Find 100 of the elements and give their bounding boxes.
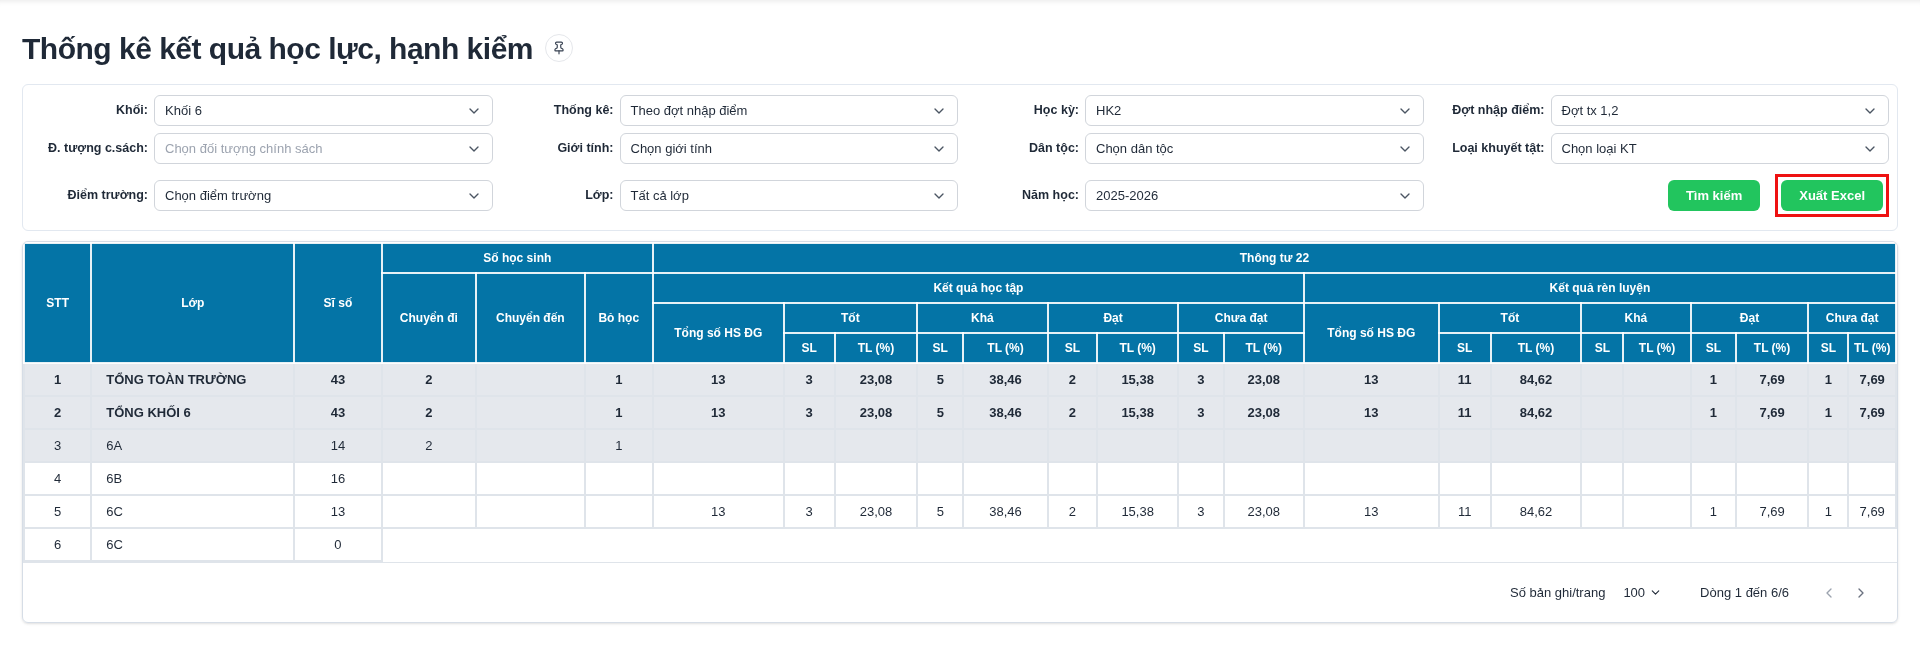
column-header: Đạt	[1690, 303, 1809, 333]
table-cell: 11	[1438, 363, 1491, 396]
table-cell: 5	[917, 396, 964, 429]
column-header: Sĩ số	[294, 243, 382, 363]
table-cell: 1	[1690, 363, 1736, 396]
column-header: Chưa đạt	[1808, 303, 1896, 333]
table-cell: TỔNG KHỐI 6	[91, 396, 295, 429]
table-cell: 38,46	[963, 396, 1048, 429]
table-cell: 23,08	[1223, 363, 1304, 396]
table-cell: 2	[1047, 396, 1097, 429]
filter-select[interactable]: Tất cả lớp	[619, 180, 958, 211]
column-header: TL (%)	[963, 333, 1048, 363]
table-cell: 7,69	[1848, 495, 1896, 528]
table-cell: 3	[783, 363, 835, 396]
table-cell: 38,46	[963, 363, 1048, 396]
column-header: SL	[1438, 333, 1491, 363]
table-cell: 5	[917, 495, 964, 528]
filter-label: Đ. tượng c.sách:	[47, 140, 149, 158]
table-cell: 3	[1178, 396, 1224, 429]
filter-label: Điểm trường:	[66, 187, 149, 205]
column-header: Chuyển đi	[381, 273, 477, 363]
table-cell: 2	[381, 396, 477, 429]
filter-select[interactable]: Theo đợt nhập điểm	[619, 95, 958, 126]
table-cell: TỔNG TOÀN TRƯỜNG	[91, 363, 295, 396]
column-header: TL (%)	[1096, 333, 1179, 363]
column-header: TL (%)	[1735, 333, 1809, 363]
filter-label: Đợt nhập điểm:	[1451, 102, 1546, 120]
column-header: Tốt	[1438, 303, 1582, 333]
filter-select[interactable]: Chọn dân tộc	[1085, 133, 1424, 164]
table-cell: 7,69	[1735, 495, 1809, 528]
filter-label: Khối:	[115, 102, 149, 120]
table-cell: 3	[24, 429, 92, 462]
column-header: Chưa đạt	[1178, 303, 1304, 333]
table-cell: 16	[294, 462, 382, 495]
column-header: Khá	[917, 303, 1048, 333]
table-cell: 0	[294, 528, 382, 561]
column-header: Số học sinh	[381, 243, 653, 273]
table-cell: 5	[917, 363, 964, 396]
column-header: Khá	[1581, 303, 1691, 333]
table-cell: 11	[1438, 396, 1491, 429]
table-cell: 6C	[91, 528, 295, 561]
table-cell: 15,38	[1096, 495, 1179, 528]
table-cell: 84,62	[1490, 495, 1582, 528]
filter-select[interactable]: Chọn giới tính	[619, 133, 958, 164]
table-cell: 14	[294, 429, 382, 462]
page-size-select[interactable]: 100	[1623, 582, 1663, 603]
table-cell: 6C	[91, 495, 295, 528]
filter-label: Giới tính:	[556, 140, 615, 158]
table-cell: 2	[381, 363, 477, 396]
table-cell: 84,62	[1490, 363, 1582, 396]
table-cell: 2	[1047, 363, 1097, 396]
table-cell: 13	[1303, 396, 1439, 429]
table-cell: 23,08	[1223, 495, 1304, 528]
column-header: TL (%)	[834, 333, 918, 363]
column-header: Kết quả rèn luyện	[1303, 273, 1896, 303]
table-cell: 2	[24, 396, 92, 429]
filter-select[interactable]: 2025-2026	[1085, 180, 1424, 211]
column-header: Đạt	[1047, 303, 1179, 333]
table-cell: 4	[24, 462, 92, 495]
page-size-label: Số bản ghi/trang	[1510, 583, 1606, 602]
column-header: Lớp	[91, 243, 295, 363]
column-header: Tổng số HS ĐG	[1303, 303, 1439, 363]
table-cell: 1	[584, 429, 653, 462]
column-header: Tốt	[783, 303, 918, 333]
column-header: TL (%)	[1223, 333, 1304, 363]
filter-select[interactable]: Chọn điểm trường	[154, 180, 493, 211]
table-cell: 3	[783, 396, 835, 429]
filter-select[interactable]: Chọn loại KT	[1550, 133, 1889, 164]
table-cell: 11	[1438, 495, 1491, 528]
filter-label: Năm học:	[1021, 187, 1080, 205]
table-cell: 13	[652, 363, 784, 396]
table-cell: 3	[1178, 495, 1224, 528]
table-cell: 6A	[91, 429, 295, 462]
table-cell: 6B	[91, 462, 295, 495]
page-range: Dòng 1 đến 6/6	[1700, 583, 1789, 602]
page-title: Thống kê kết quả học lực, hạnh kiểm	[22, 30, 533, 67]
table-cell: 23,08	[834, 363, 918, 396]
table-cell: 1	[584, 363, 653, 396]
filter-select[interactable]: Đợt tx 1,2	[1550, 95, 1889, 126]
table-cell: 13	[1303, 363, 1439, 396]
table-cell: 38,46	[963, 495, 1048, 528]
table-cell: 84,62	[1490, 396, 1582, 429]
table-cell: 23,08	[834, 495, 918, 528]
filter-label: Loại khuyết tật:	[1451, 140, 1546, 158]
table-cell: 43	[294, 363, 382, 396]
filter-label: Dân tộc:	[1028, 140, 1080, 158]
table-cell: 1	[1690, 396, 1736, 429]
column-header: TL (%)	[1623, 333, 1691, 363]
column-header: Chuyển đến	[476, 273, 585, 363]
filter-select[interactable]: HK2	[1085, 95, 1424, 126]
table-cell: 1	[584, 396, 653, 429]
table-cell: 15,38	[1096, 396, 1179, 429]
table-cell: 7,69	[1848, 396, 1896, 429]
filter-select[interactable]: Khối 6	[154, 95, 493, 126]
column-header: TL (%)	[1490, 333, 1582, 363]
filter-label: Thống kê:	[552, 102, 615, 120]
table-cell: 3	[1178, 363, 1224, 396]
table-cell: 43	[294, 396, 382, 429]
table-cell: 13	[652, 396, 784, 429]
column-header: STT	[24, 243, 92, 363]
